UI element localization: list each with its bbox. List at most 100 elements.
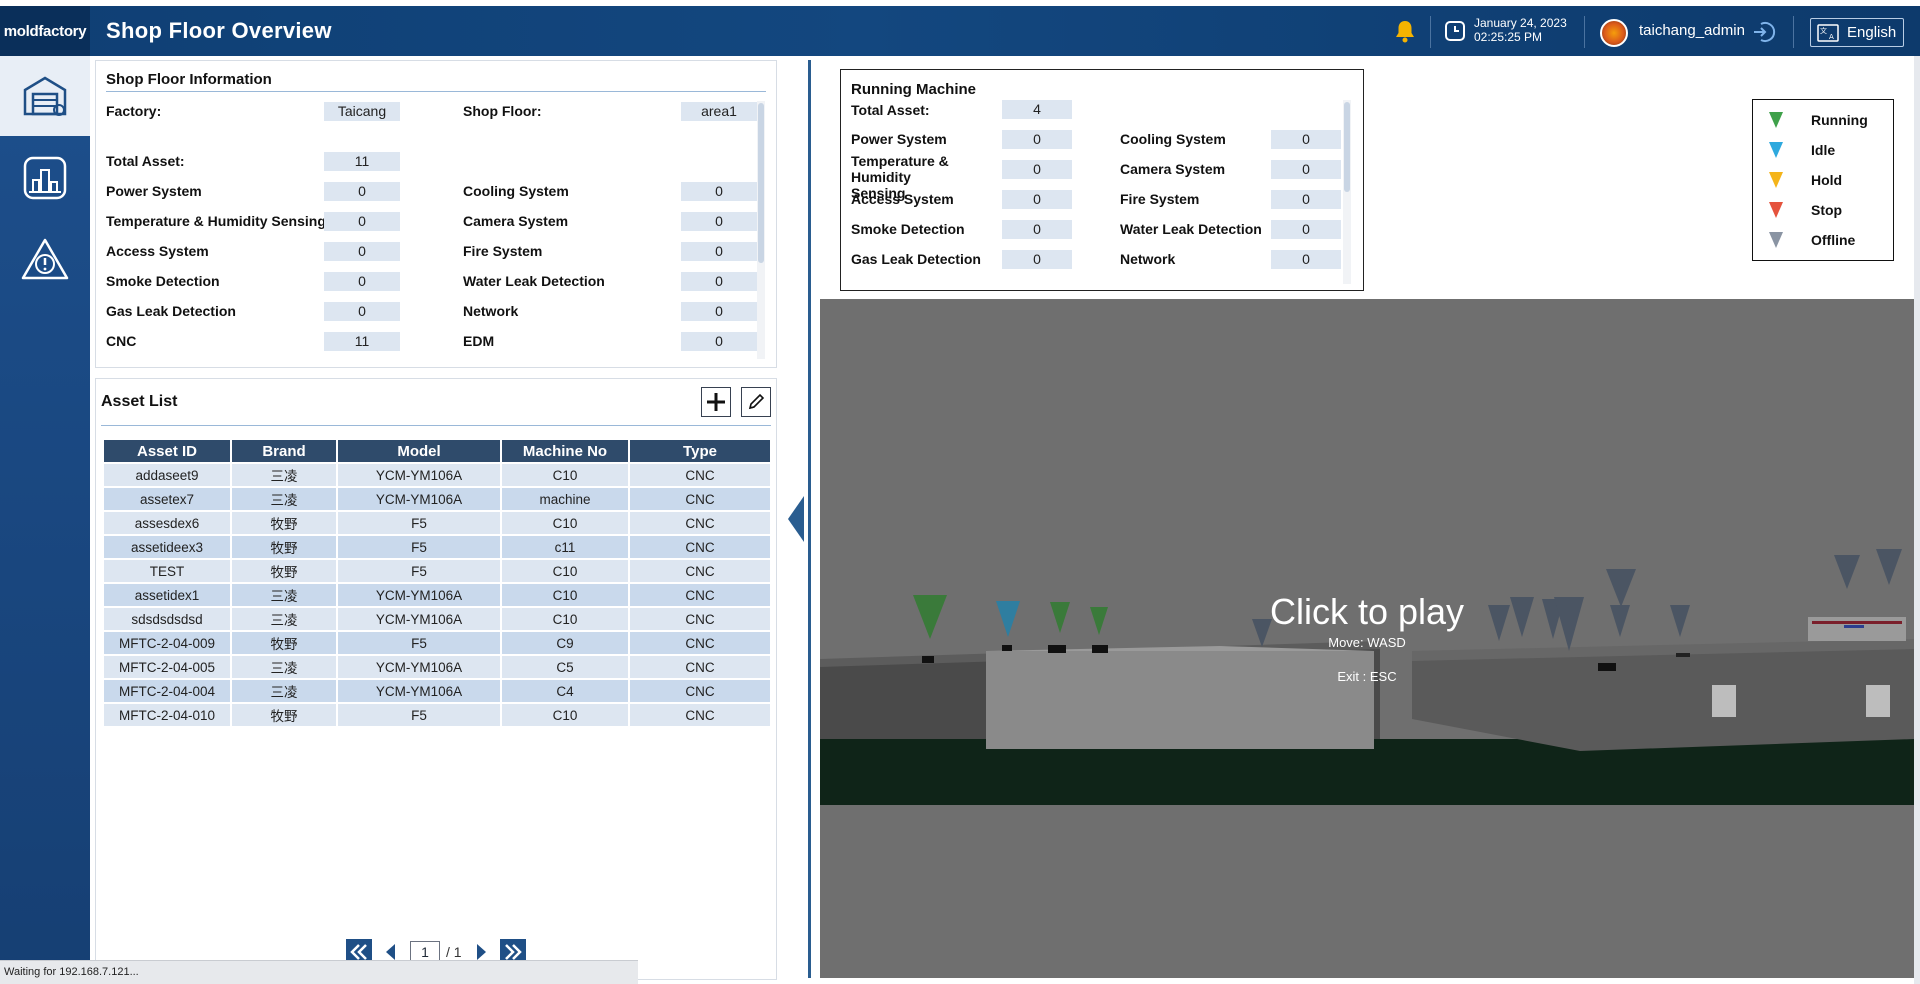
move-hint: Move: WASD: [1328, 635, 1406, 650]
table-cell: 牧野: [232, 512, 336, 534]
svg-text:文: 文: [1820, 26, 1827, 35]
table-row[interactable]: MFTC-2-04-005 三凌 YCM-YM106A C5 CNC: [104, 656, 770, 678]
warning-icon: [21, 238, 69, 280]
table-row[interactable]: MFTC-2-04-009 牧野 F5 C9 CNC: [104, 632, 770, 654]
running-label: Access System: [851, 191, 954, 207]
asset-list-title: Asset List: [101, 393, 178, 410]
running-label: Camera System: [1120, 161, 1226, 177]
legend-label: Stop: [1811, 202, 1843, 218]
table-cell: 牧野: [232, 536, 336, 558]
legend-label: Offline: [1811, 232, 1856, 248]
translate-icon: 文A: [1817, 23, 1839, 42]
3d-scene-viewport[interactable]: Click to play Move: WASD Exit : ESC: [820, 299, 1914, 978]
table-cell: c11: [502, 536, 628, 558]
table-row[interactable]: assesdex6 牧野 F5 C10 CNC: [104, 512, 770, 534]
shop-floor-info-panel: Shop Floor Information Factory: Taicang …: [95, 60, 777, 368]
info-label: Smoke Detection: [106, 273, 220, 289]
table-header-row: Asset ID Brand Model Machine No Type: [104, 440, 770, 462]
section-title: Shop Floor Information: [106, 71, 272, 88]
logo[interactable]: moldfactory: [0, 6, 90, 56]
table-cell: assetideex3: [104, 536, 230, 558]
table-cell: 牧野: [232, 560, 336, 582]
scrollbar-thumb[interactable]: [758, 103, 764, 263]
table-cell: YCM-YM106A: [338, 608, 500, 630]
table-row[interactable]: MFTC-2-04-004 三凌 YCM-YM106A C4 CNC: [104, 680, 770, 702]
table-row[interactable]: MFTC-2-04-010 牧野 F5 C10 CNC: [104, 704, 770, 726]
language-button[interactable]: 文A English: [1810, 18, 1904, 47]
idle-marker-icon: [1769, 142, 1783, 158]
plus-icon: [707, 393, 725, 411]
divider-line: [101, 425, 771, 426]
table-cell: 三凌: [232, 680, 336, 702]
running-label: Smoke Detection: [851, 221, 965, 237]
table-cell: 三凌: [232, 608, 336, 630]
info-label: Access System: [106, 243, 209, 259]
logout-icon[interactable]: [1752, 20, 1776, 44]
hold-marker-icon: [1769, 172, 1783, 188]
username[interactable]: taichang_admin: [1639, 22, 1745, 39]
table-row[interactable]: sdsdsdsdsd 三凌 YCM-YM106A C10 CNC: [104, 608, 770, 630]
app-root: moldfactory Shop Floor Overview January …: [0, 0, 1920, 984]
running-value: 0: [1002, 130, 1072, 149]
running-value: 0: [1271, 190, 1341, 209]
table-cell: MFTC-2-04-009: [104, 632, 230, 654]
table-cell: F5: [338, 536, 500, 558]
asset-list-panel: Asset List Asset ID Brand Model Machine …: [95, 378, 777, 980]
table-cell: C10: [502, 608, 628, 630]
sidebar-item-dashboard[interactable]: [0, 138, 90, 218]
total-asset-label: Total Asset:: [851, 102, 930, 118]
click-to-play-button[interactable]: Click to play: [820, 591, 1914, 633]
scrollbar-thumb[interactable]: [1344, 102, 1350, 192]
offline-marker-icon: [1769, 232, 1783, 248]
top-header: moldfactory Shop Floor Overview January …: [0, 6, 1920, 56]
column-header[interactable]: Model: [338, 440, 500, 462]
table-row[interactable]: assetex7 三凌 YCM-YM106A machine CNC: [104, 488, 770, 510]
table-row[interactable]: assetideex3 牧野 F5 c11 CNC: [104, 536, 770, 558]
table-cell: CNC: [630, 464, 770, 486]
running-value: 0: [1002, 250, 1072, 269]
table-cell: 三凌: [232, 656, 336, 678]
collapse-panel-button[interactable]: [786, 494, 806, 544]
info-value: 0: [324, 302, 400, 321]
info-label: Power System: [106, 183, 202, 199]
info-label: Cooling System: [463, 183, 569, 199]
add-asset-button[interactable]: [701, 387, 731, 417]
running-value: 0: [1271, 250, 1341, 269]
header-separator: [1584, 16, 1585, 48]
notification-bell-icon[interactable]: [1390, 6, 1420, 56]
table-cell: 三凌: [232, 464, 336, 486]
table-row[interactable]: addaseet9 三凌 YCM-YM106A C10 CNC: [104, 464, 770, 486]
column-header[interactable]: Asset ID: [104, 440, 230, 462]
header-separator: [1793, 16, 1794, 48]
avatar[interactable]: [1600, 19, 1628, 47]
sidebar-item-shop-floor[interactable]: [0, 56, 90, 136]
table-cell: F5: [338, 704, 500, 726]
info-scrollbar[interactable]: [757, 101, 765, 359]
running-value: 0: [1002, 190, 1072, 209]
info-value: 0: [324, 212, 400, 231]
table-row[interactable]: TEST 牧野 F5 C10 CNC: [104, 560, 770, 582]
logo-text: moldfactory: [3, 22, 87, 40]
column-header[interactable]: Machine No: [502, 440, 628, 462]
running-value: 0: [1271, 130, 1341, 149]
table-cell: MFTC-2-04-010: [104, 704, 230, 726]
page-total: / 1: [446, 944, 462, 960]
table-row[interactable]: assetidex1 三凌 YCM-YM106A C10 CNC: [104, 584, 770, 606]
running-scrollbar[interactable]: [1343, 100, 1351, 284]
panel-divider: [808, 60, 811, 978]
table-cell: C10: [502, 584, 628, 606]
sidebar-item-alerts[interactable]: [0, 220, 90, 300]
edit-asset-button[interactable]: [741, 387, 771, 417]
table-cell: assesdex6: [104, 512, 230, 534]
table-cell: F5: [338, 632, 500, 654]
running-value: 0: [1271, 160, 1341, 179]
table-cell: TEST: [104, 560, 230, 582]
table-cell: CNC: [630, 608, 770, 630]
running-label: Fire System: [1120, 191, 1200, 207]
column-header[interactable]: Type: [630, 440, 770, 462]
time-text: 02:25:25 PM: [1474, 30, 1543, 44]
column-header[interactable]: Brand: [232, 440, 336, 462]
window-edge: [1914, 56, 1920, 984]
table-cell: machine: [502, 488, 628, 510]
status-legend: Running Idle Hold Stop Offline: [1752, 99, 1894, 261]
